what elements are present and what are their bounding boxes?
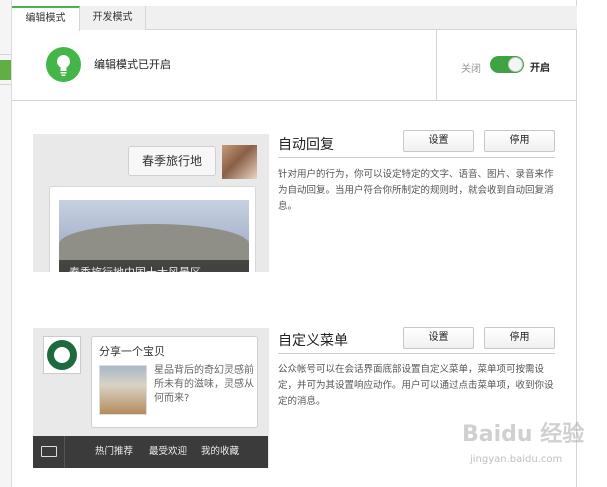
- auto-reply-disable-button[interactable]: 停用: [484, 130, 555, 152]
- starbucks-logo-icon: [43, 336, 81, 374]
- article-card: 春季旅行地中国十大风景区: [49, 186, 256, 272]
- custom-menu-bar: 热门推荐 最受欢迎 我的收藏: [33, 436, 268, 468]
- feature-description: 针对用户的行为，你可以设定特定的文字、语音、图片、录音来作为自动回复。当用户符合…: [278, 169, 554, 212]
- toggle-knob[interactable]: [508, 57, 523, 72]
- toggle-off-label: 关闭: [461, 64, 481, 75]
- edit-mode-panel: 编辑模式 开发模式 编辑模式已开启 关闭 开启 春季旅行地 春季旅行地中国十大: [12, 0, 577, 487]
- baidu-watermark-url: jingyan.baidu.com: [470, 454, 563, 465]
- sidebar-divider: [0, 54, 11, 55]
- avatar: [222, 145, 257, 179]
- keyboard-toggle[interactable]: [33, 436, 65, 468]
- vertical-divider: [436, 30, 437, 101]
- coffee-cup-image: [99, 365, 147, 415]
- section-divider: [278, 157, 555, 158]
- menu-item-hot[interactable]: 热门推荐: [95, 436, 133, 468]
- toggle-on-label: 开启: [530, 63, 550, 74]
- custom-menu-settings-button[interactable]: 设置: [403, 327, 474, 349]
- sidebar-active-marker: [0, 60, 11, 80]
- tab-edit-mode[interactable]: 编辑模式: [12, 6, 80, 31]
- mode-status-row: 编辑模式已开启 关闭 开启: [12, 30, 577, 101]
- edit-mode-toggle[interactable]: [490, 56, 524, 73]
- share-title: 分享一个宝贝: [99, 345, 165, 358]
- feature-title: 自动回复: [278, 137, 334, 153]
- section-divider: [278, 353, 555, 354]
- auto-reply-settings-button[interactable]: 设置: [403, 130, 474, 152]
- article-caption: 春季旅行地中国十大风景区: [59, 260, 249, 272]
- custom-menu-preview: 分享一个宝贝 星品背后的奇幻灵感前所未有的滋味，灵感从何而来? 热门推荐 最受欢…: [33, 328, 269, 468]
- tab-developer-mode[interactable]: 开发模式: [80, 6, 146, 30]
- share-card: 分享一个宝贝 星品背后的奇幻灵感前所未有的滋味，灵感从何而来?: [91, 336, 258, 428]
- left-sidebar-edge: [0, 0, 12, 487]
- feature-description: 公众帐号可以在会话界面底部设置自定义菜单，菜单项可按需设定，并可为其设置响应动作…: [278, 364, 554, 407]
- landscape-hill: [59, 224, 249, 264]
- auto-reply-preview: 春季旅行地 春季旅行地中国十大风景区: [33, 134, 269, 272]
- menu-item-popular[interactable]: 最受欢迎: [149, 436, 187, 468]
- lightbulb-icon: [46, 47, 81, 82]
- status-text: 编辑模式已开启: [94, 58, 171, 71]
- menu-item-favorites[interactable]: 我的收藏: [201, 436, 239, 468]
- baidu-watermark-logo: Baidu 经验: [462, 422, 585, 447]
- custom-menu-disable-button[interactable]: 停用: [484, 327, 555, 349]
- chat-bubble: 春季旅行地: [128, 146, 216, 176]
- mode-tabs: 编辑模式 开发模式: [12, 6, 577, 31]
- keyboard-icon: [41, 446, 57, 457]
- share-description: 星品背后的奇幻灵感前所未有的滋味，灵感从何而来?: [154, 365, 254, 404]
- sidebar-divider: [0, 84, 11, 85]
- feature-title: 自定义菜单: [278, 333, 348, 349]
